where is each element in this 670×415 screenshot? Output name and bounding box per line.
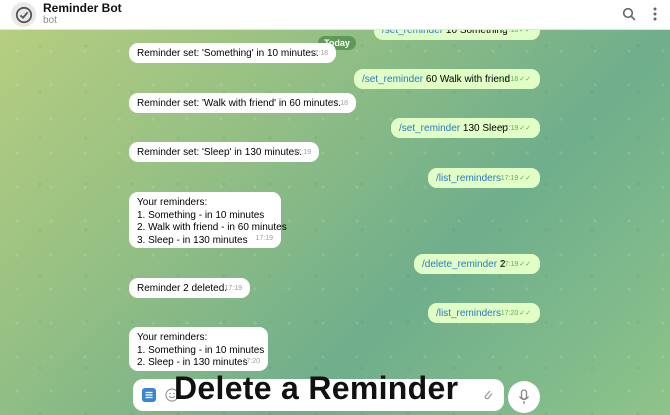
message-time: 17:19 [224, 285, 242, 292]
double-check-icon: ✓✓ [519, 310, 531, 317]
incoming-message[interactable]: Your reminders: 1. Something - in 10 min… [129, 327, 268, 371]
double-check-icon: ✓✓ [519, 261, 531, 268]
message-time: 17:20 [500, 310, 519, 317]
kebab-menu-icon[interactable] [646, 5, 664, 23]
command-link[interactable]: /list_reminders [436, 173, 501, 184]
message-time: 17:20 [242, 357, 260, 365]
command-link[interactable]: /set_reminder [399, 123, 460, 134]
command-link[interactable]: /delete_reminder [422, 259, 497, 270]
message-time: 17:19 [500, 125, 519, 132]
outgoing-message[interactable]: /set_reminder 60 Walk with friend 17:18✓… [354, 69, 540, 89]
clock-check-icon [15, 6, 32, 23]
message-text: Reminder set: 'Walk with friend' in 60 m… [137, 98, 342, 109]
message-time: 17:19 [500, 175, 519, 182]
list-item: 1. Something - in 10 minutes [137, 209, 265, 221]
microphone-button[interactable] [508, 381, 540, 413]
chat-background [0, 0, 670, 415]
list-item: Your reminders: [137, 332, 208, 343]
outgoing-message[interactable]: /set_reminder 130 Sleep 17:19✓✓ [391, 118, 540, 138]
message-time: 17:19 [293, 149, 311, 156]
incoming-message[interactable]: Reminder set: 'Sleep' in 130 minutes. 17… [129, 142, 319, 162]
bot-avatar[interactable] [11, 2, 36, 27]
incoming-message[interactable]: Reminder 2 deleted. 17:19 [129, 278, 250, 298]
caption-overlay: Delete a Reminder [174, 370, 459, 406]
command-link[interactable]: /set_reminder [362, 74, 423, 85]
message-text: Reminder 2 deleted. [137, 283, 228, 294]
search-icon[interactable] [620, 5, 638, 23]
message-time: 17:18 [500, 76, 519, 83]
outgoing-message[interactable]: /list_reminders 17:20✓✓ [428, 303, 540, 323]
message-time: 17:19 [255, 234, 273, 242]
outgoing-message[interactable]: /list_reminders 17:19✓✓ [428, 168, 540, 188]
chat-title[interactable]: Reminder Bot [43, 1, 122, 15]
chat-subtitle: bot [43, 15, 57, 26]
outgoing-message[interactable]: /delete_reminder 2 17:19✓✓ [414, 254, 540, 274]
message-text: Reminder set: 'Sleep' in 130 minutes. [137, 147, 303, 158]
message-text: Reminder set: 'Something' in 10 minutes. [137, 48, 319, 59]
microphone-icon [518, 389, 530, 404]
message-time: 17:18 [310, 50, 328, 57]
message-time: 17:18 [330, 100, 348, 107]
list-item: 2. Walk with friend - in 60 minutes [137, 222, 287, 233]
message-time: 17:19 [500, 261, 519, 268]
list-item: 3. Sleep - in 130 minutes [137, 234, 248, 246]
command-link[interactable]: /list_reminders [436, 308, 501, 319]
double-check-icon: ✓✓ [519, 76, 531, 83]
double-check-icon: ✓✓ [519, 175, 531, 182]
chat-header: Reminder Bot bot [0, 0, 670, 30]
incoming-message[interactable]: Your reminders: 1. Something - in 10 min… [129, 192, 287, 248]
menu-icon[interactable] [142, 388, 156, 402]
list-item: Your reminders: [137, 197, 208, 208]
double-check-icon: ✓✓ [519, 125, 531, 132]
incoming-message[interactable]: Reminder set: 'Walk with friend' in 60 m… [129, 93, 356, 113]
incoming-message[interactable]: Reminder set: 'Something' in 10 minutes.… [129, 43, 336, 63]
attach-icon[interactable] [481, 388, 495, 402]
message-text: 60 Walk with friend [423, 74, 511, 85]
